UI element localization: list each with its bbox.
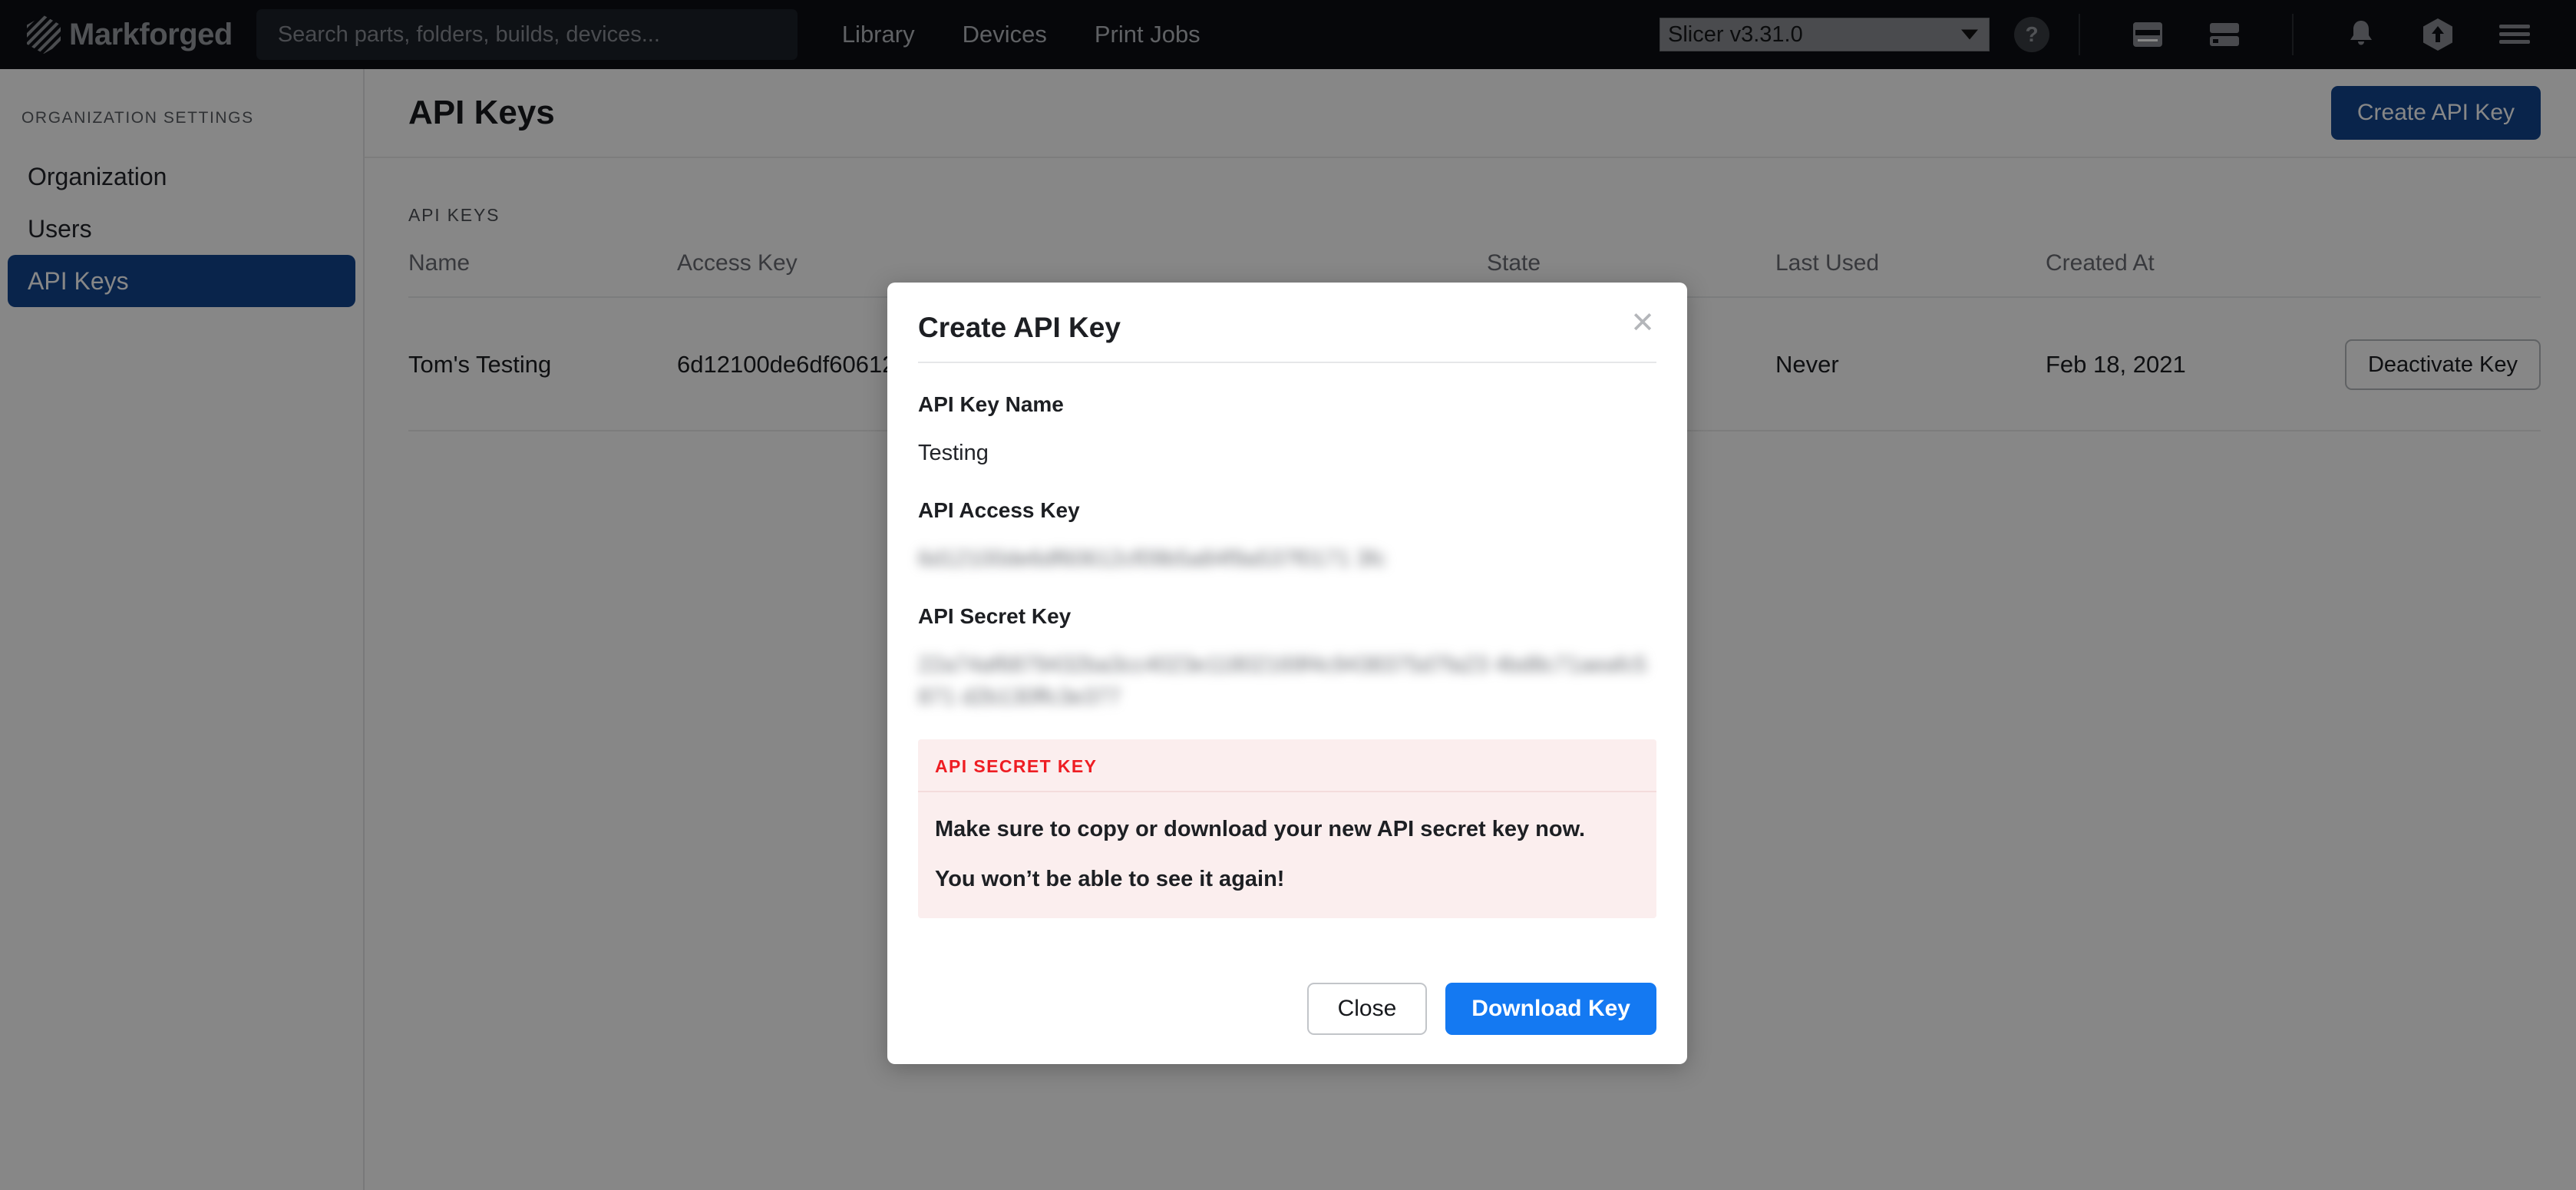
modal-header: Create API Key ✕ — [887, 283, 1687, 342]
warning-banner-line-1: Make sure to copy or download your new A… — [935, 817, 1586, 842]
close-icon[interactable]: ✕ — [1629, 309, 1656, 338]
modal-title: Create API Key — [918, 312, 1121, 343]
api-key-name-value: Testing — [918, 441, 989, 465]
api-secret-key-value: 22a74af6879432ba3cc4023e11802169f4c94383… — [918, 653, 1647, 710]
secret-key-warning-banner: API SECRET KEY Make sure to copy or down… — [918, 739, 1656, 919]
create-api-key-modal: Create API Key ✕ API Key Name Testing AP… — [887, 283, 1687, 1064]
modal-footer: Close Download Key — [887, 983, 1687, 1064]
download-key-button[interactable]: Download Key — [1445, 983, 1656, 1035]
api-access-key-value: 6d12100de6df60612cf09b5a84f9a537f0171 3f… — [918, 547, 1386, 572]
api-secret-key-label: API Secret Key — [918, 604, 1072, 629]
modal-body: API Key Name Testing API Access Key 6d12… — [887, 363, 1687, 983]
warning-banner-heading: API SECRET KEY — [918, 739, 1656, 793]
close-button[interactable]: Close — [1306, 983, 1428, 1035]
api-access-key-label: API Access Key — [918, 498, 1080, 523]
api-key-name-label: API Key Name — [918, 392, 1064, 416]
warning-banner-line-2: You won’t be able to see it again! — [935, 867, 1285, 892]
